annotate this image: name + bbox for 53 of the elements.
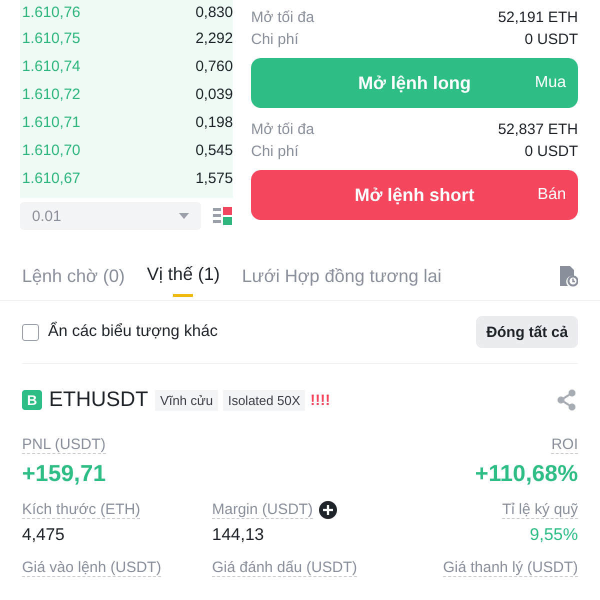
stat-label: Kích thước (ETH) [22, 501, 140, 519]
tab[interactable]: Lưới Hợp đồng tương lai [242, 252, 442, 300]
info-label: Chi phí [251, 142, 299, 160]
bid-price: 1.610,76 [22, 4, 80, 20]
book-layout-icon[interactable] [213, 206, 233, 226]
long-order-button[interactable]: Mở lệnh long Mua [251, 58, 578, 108]
stat-label: ROI [551, 436, 578, 454]
share-icon[interactable] [556, 389, 578, 411]
stat-label: PNL (USDT) [22, 436, 106, 454]
bid-amount: 0,198 [195, 114, 233, 130]
bid-amount: 0,039 [195, 86, 233, 102]
stat-value: +159,71 [22, 460, 106, 487]
stat-value: 9,55% [530, 525, 578, 545]
info-label: Mở tối đa [251, 120, 314, 138]
stat-label: Margin (USDT) [212, 501, 313, 519]
info-value: 52,191 ETH [498, 8, 578, 26]
bid-amount: 2,292 [195, 30, 233, 46]
add-icon[interactable] [318, 501, 337, 519]
stat-value: 144,13 [212, 525, 265, 545]
stat-label: Tỉ lệ ký quỹ [502, 501, 578, 519]
order-history-icon[interactable] [558, 265, 578, 287]
bid-price: 1.610,74 [22, 58, 80, 74]
bid-price: 1.610,75 [22, 30, 80, 46]
stat-label: Giá thanh lý (USDT) [442, 559, 578, 577]
tag: Isolated 50X [222, 390, 306, 410]
info-value: 0 USDT [524, 142, 578, 160]
close-all-button[interactable]: Đóng tất cả [476, 316, 578, 348]
tag: Vĩnh cửu [155, 390, 218, 410]
symbol-name: ETHUSDT [49, 388, 148, 412]
bid-price: 1.610,70 [22, 142, 80, 158]
stat-label: Giá đánh dấu (USDT) [212, 559, 358, 577]
warning-marks: !!!! [310, 392, 330, 408]
exchange-badge: B [22, 390, 42, 410]
short-order-button[interactable]: Mở lệnh short Bán [251, 170, 578, 220]
info-value: 0 USDT [524, 30, 578, 48]
checkbox-label: Ẩn các biểu tượng khác [48, 323, 218, 341]
bid-amount: 1,575 [195, 170, 233, 186]
bid-amount: 0,830 [195, 4, 233, 20]
info-label: Chi phí [251, 30, 299, 48]
bid-price: 1.610,71 [22, 114, 80, 130]
stat-label: Giá vào lệnh (USDT) [22, 559, 162, 577]
checkbox[interactable] [22, 324, 39, 340]
bid-price: 1.610,72 [22, 86, 80, 102]
stat-value: +110,68% [475, 460, 578, 487]
info-value: 52,837 ETH [498, 120, 578, 138]
stat-value: 4,475 [22, 525, 66, 545]
bid-amount: 0,760 [195, 58, 233, 74]
bid-price: 1.610,67 [22, 170, 80, 186]
info-label: Mở tối đa [251, 8, 314, 26]
tick-size-select[interactable]: 0.01 [20, 202, 201, 230]
bid-amount: 0,545 [195, 142, 233, 158]
caret-icon [179, 213, 189, 219]
tab[interactable]: Lệnh chờ (0) [22, 252, 125, 300]
